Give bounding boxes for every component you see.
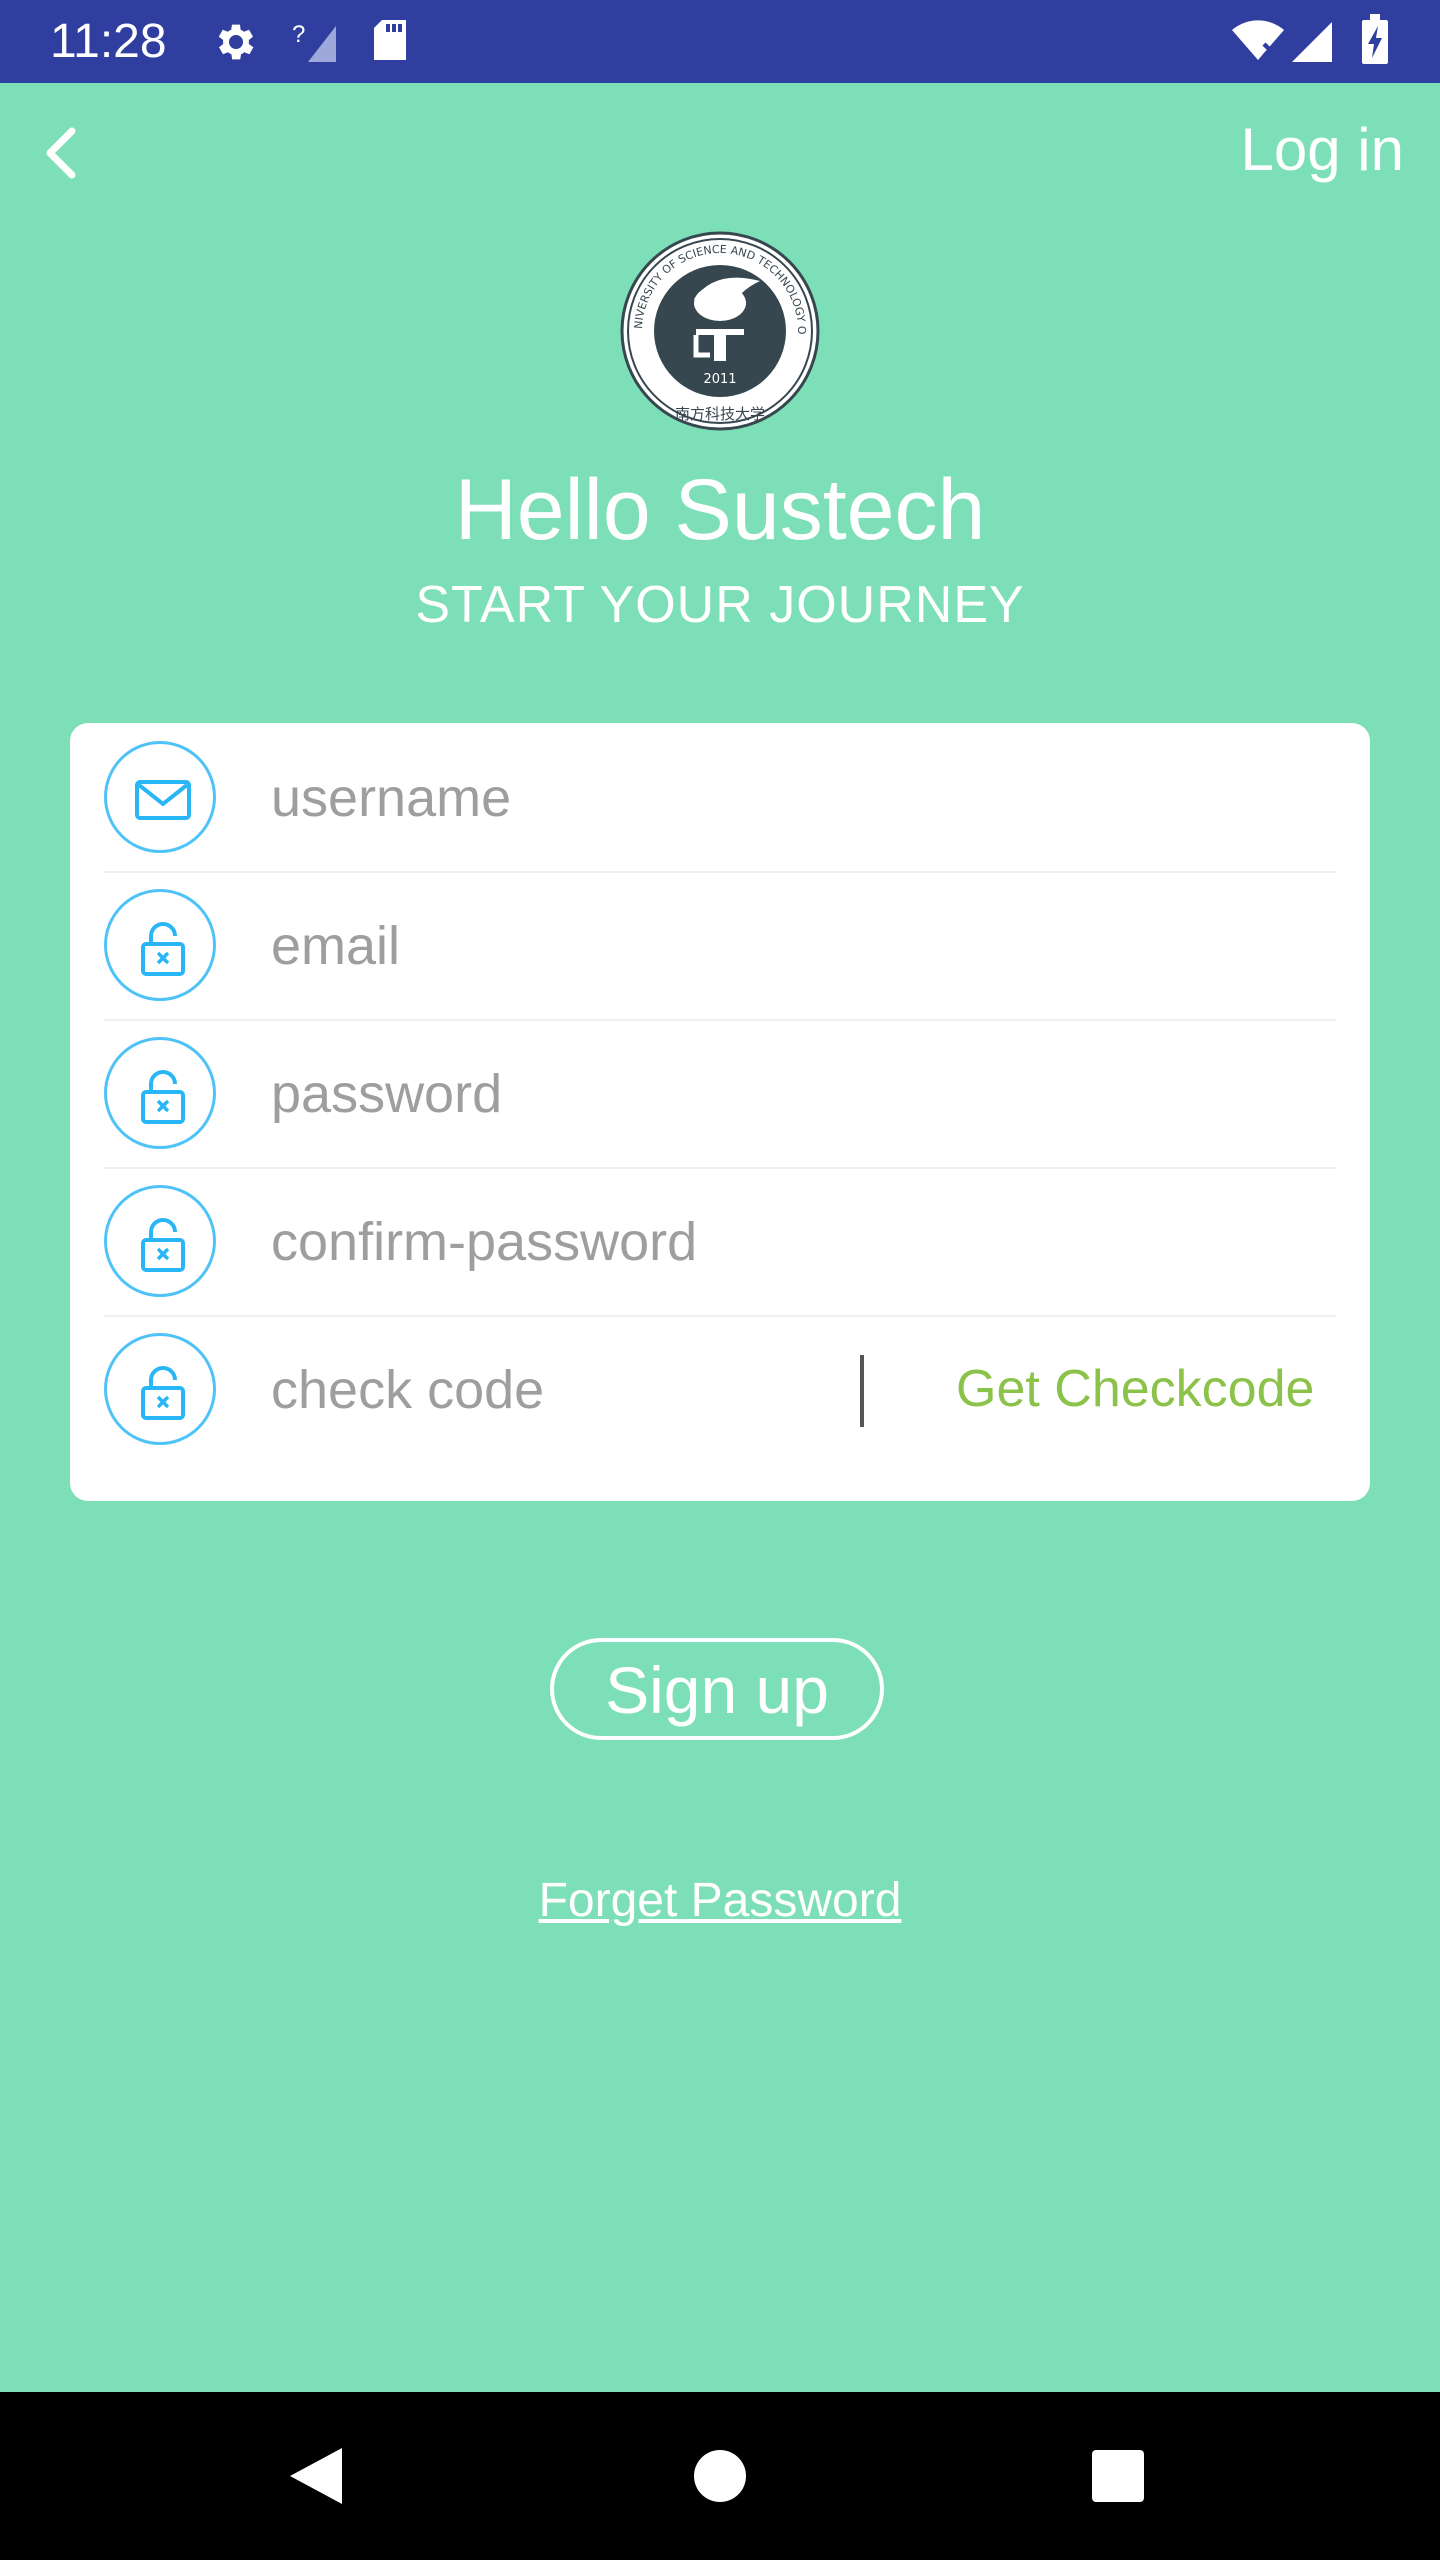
checkcode-divider <box>860 1355 864 1427</box>
checkcode-input[interactable] <box>269 1349 773 1431</box>
logo-year: 2011 <box>703 372 736 387</box>
logo-chinese-name: 南方科技大学 <box>675 405 765 423</box>
checkcode-row: Get Checkcode <box>104 1315 1336 1463</box>
password-input[interactable] <box>269 1053 1273 1135</box>
email-input[interactable] <box>269 905 1273 987</box>
status-time: 11:28 <box>50 15 167 68</box>
mail-icon <box>104 741 216 853</box>
username-row <box>104 723 1336 873</box>
confirm-password-row <box>104 1167 1336 1317</box>
signup-button[interactable]: Sign up <box>550 1638 884 1740</box>
unlock-icon <box>104 1333 216 1445</box>
no-signal-icon: ? <box>292 18 338 70</box>
home-circle-icon[interactable] <box>678 2434 762 2518</box>
settings-icon <box>212 18 260 70</box>
unlock-icon <box>104 1185 216 1297</box>
signal-icon <box>1290 18 1334 68</box>
page-subtitle: START YOUR JOURNEY <box>415 576 1025 634</box>
get-checkcode-button[interactable]: Get Checkcode <box>956 1359 1314 1419</box>
battery-charging-icon <box>1360 14 1390 70</box>
back-button[interactable] <box>30 113 100 193</box>
forget-password-link[interactable]: Forget Password <box>0 1873 1440 1928</box>
unlock-icon <box>104 1037 216 1149</box>
navigation-bar <box>0 2392 1440 2560</box>
page-title: Hello Sustech <box>454 462 986 558</box>
svg-text:?: ? <box>292 21 305 48</box>
confirm-password-input[interactable] <box>269 1201 1273 1283</box>
back-triangle-icon[interactable] <box>276 2434 360 2518</box>
username-input[interactable] <box>269 757 1273 839</box>
password-row <box>104 1019 1336 1169</box>
recents-square-icon[interactable] <box>1076 2434 1160 2518</box>
wifi-icon <box>1230 18 1286 68</box>
unlock-icon <box>104 889 216 1001</box>
email-row <box>104 871 1336 1021</box>
chevron-left-icon <box>46 127 76 179</box>
status-bar: 11:28 ? <box>0 0 1440 83</box>
university-logo: SOUTH UNIVERSITY OF SCIENCE AND TECHNOLO… <box>616 221 820 431</box>
app-area: Log in SOUTH UNIVERSITY OF SCIENCE AND T… <box>0 83 1440 2392</box>
signup-form: Get Checkcode <box>70 723 1370 1501</box>
login-link[interactable]: Log in <box>1241 115 1404 184</box>
sd-card-icon <box>370 18 410 68</box>
